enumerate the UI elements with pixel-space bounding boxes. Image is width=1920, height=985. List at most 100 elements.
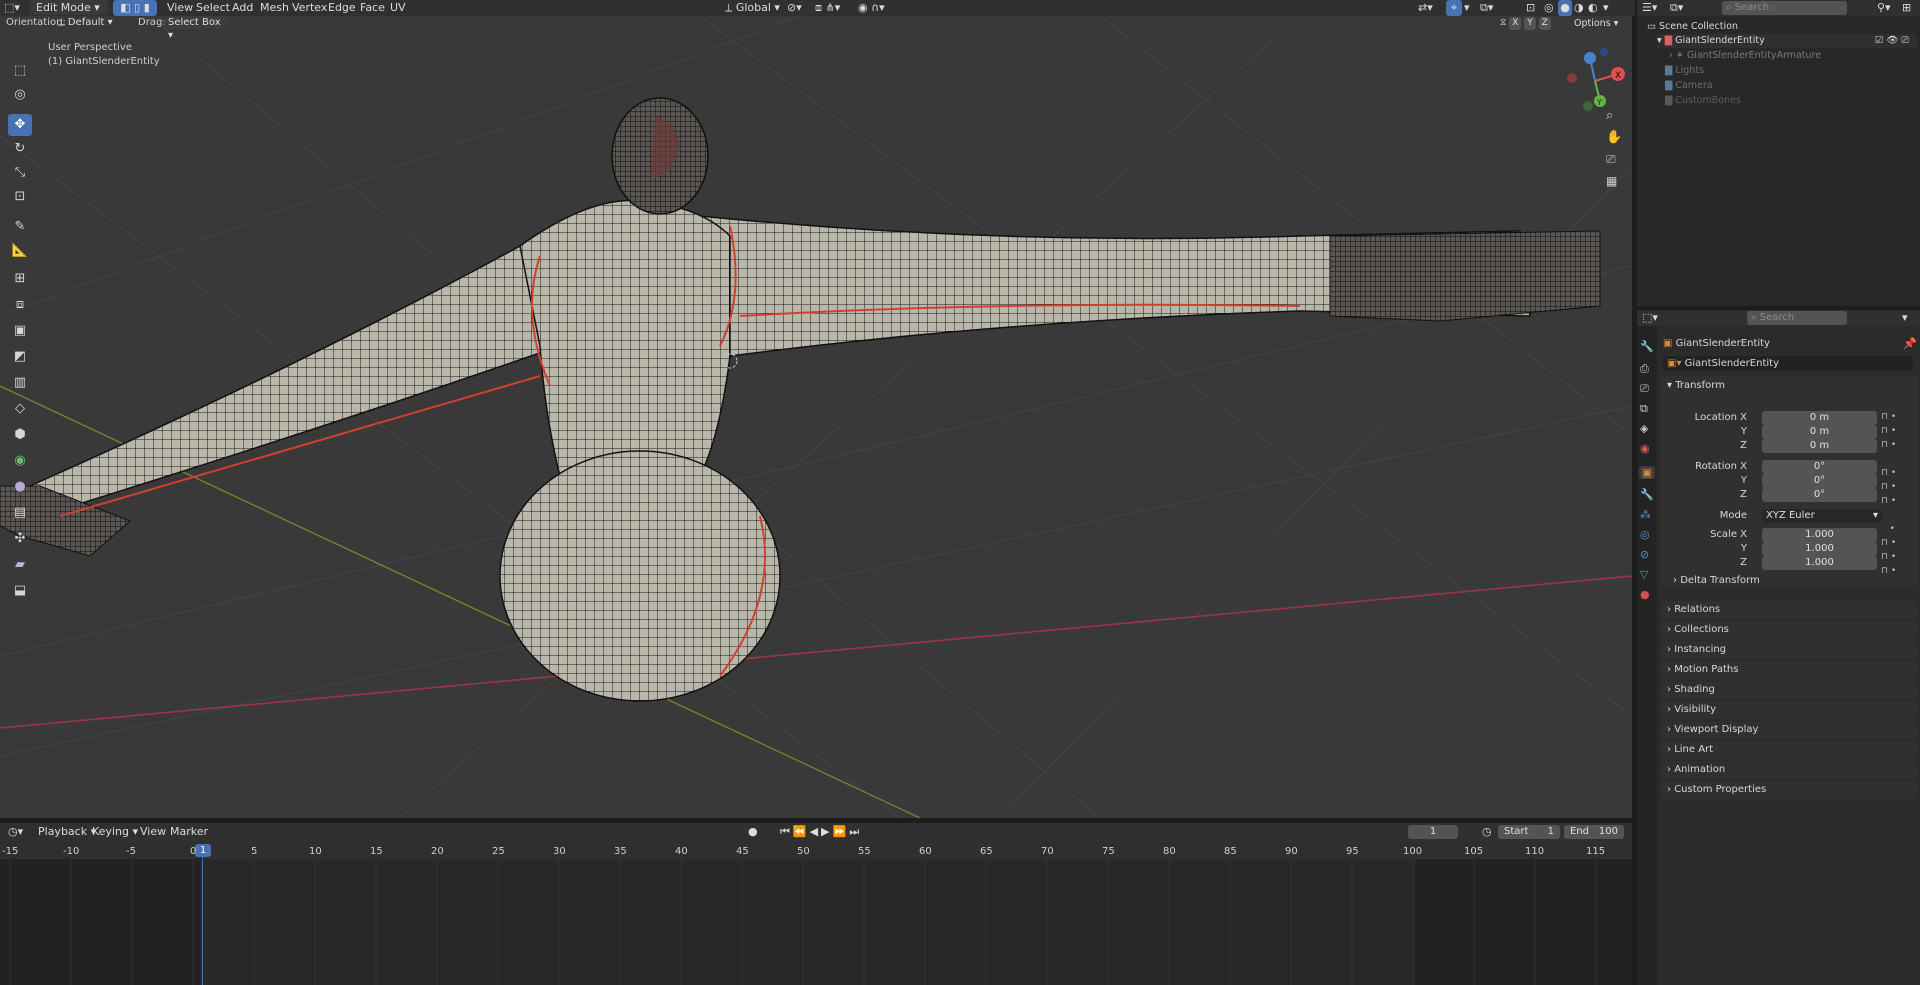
bevel-tool-icon[interactable]: ◩: [8, 346, 32, 368]
pin-icon[interactable]: 📌: [1903, 337, 1917, 350]
material-shading-icon[interactable]: ◑: [1574, 0, 1584, 16]
section-relations[interactable]: › Relations: [1661, 601, 1918, 619]
modifier-tab-icon[interactable]: 🔧: [1640, 488, 1654, 501]
proportional-edit-icon[interactable]: ◉ ∩▾: [858, 0, 885, 16]
section-visibility[interactable]: › Visibility: [1661, 701, 1918, 719]
outliner-item-camera[interactable]: ▇ Camera: [1665, 79, 1713, 93]
physics-tab-icon[interactable]: ◎: [1640, 528, 1650, 541]
menu-mesh[interactable]: Mesh: [260, 0, 289, 16]
scale-tool-icon[interactable]: ⤡: [8, 162, 32, 184]
inset-tool-icon[interactable]: ▣: [8, 320, 32, 342]
navigation-gizmo[interactable]: X Y: [1560, 46, 1630, 116]
3d-viewport[interactable]: User Perspective (1) GiantSlenderEntity …: [0, 16, 1632, 818]
scene-tab-icon[interactable]: ◈: [1640, 422, 1648, 435]
xray-icon[interactable]: ⧉▾: [1480, 0, 1493, 16]
object-tab-icon[interactable]: ▣: [1639, 466, 1655, 479]
end-frame-field[interactable]: End 100: [1564, 825, 1624, 839]
delta-transform-header[interactable]: › Delta Transform: [1673, 575, 1760, 586]
extrude-tool-icon[interactable]: ⧈: [8, 294, 32, 316]
mesh-body[interactable]: [0, 97, 1601, 702]
lock-icons[interactable]: ⊓ • ⊓ • ⊓ • ⊓ • ⊓ • ⊓ • • ⊓ • ⊓ • ⊓ •: [1881, 410, 1896, 578]
material-tab-icon[interactable]: ●: [1640, 588, 1650, 601]
scale-x-field[interactable]: 1.000: [1762, 528, 1877, 542]
playhead-frame-badge[interactable]: 1: [195, 844, 211, 857]
cursor-tool-icon[interactable]: ◎: [8, 84, 32, 106]
loop-cut-tool-icon[interactable]: ▥: [8, 372, 32, 394]
location-x-field[interactable]: 0 m: [1762, 411, 1877, 425]
spin-tool-icon[interactable]: ◉: [8, 450, 32, 472]
start-frame-field[interactable]: Start 1: [1498, 825, 1560, 839]
new-collection-icon[interactable]: ⊞: [1902, 0, 1911, 16]
overlay-toggle-icon[interactable]: ⌖: [1446, 0, 1462, 16]
outliner-item-custombones[interactable]: ▇ CustomBones: [1665, 94, 1741, 108]
gizmo-toggle-icon[interactable]: ⇄▾: [1418, 0, 1433, 16]
timeline-area[interactable]: 1: [0, 841, 1632, 985]
mirror-x-button[interactable]: X: [1509, 17, 1522, 30]
frame-ruler[interactable]: [0, 841, 1632, 859]
menu-keying[interactable]: Keying ▾: [92, 824, 138, 840]
menu-add[interactable]: Add: [232, 0, 253, 16]
ortho-grid-icon[interactable]: ▦: [1606, 174, 1617, 188]
section-animation[interactable]: › Animation: [1661, 761, 1918, 779]
playback-controls[interactable]: ⏮⏪◀▶⏩⏭: [780, 824, 862, 840]
constraints-tab-icon[interactable]: ⊘: [1640, 548, 1649, 561]
properties-search-field[interactable]: ⌕ Search: [1747, 311, 1847, 325]
scene-collection-row[interactable]: ▭ Scene Collection: [1647, 20, 1738, 34]
pan-hand-icon[interactable]: ✋: [1606, 130, 1622, 145]
knife-tool-icon[interactable]: ◇: [8, 398, 32, 420]
rotate-tool-icon[interactable]: ↻: [8, 138, 32, 160]
orientation-select[interactable]: ⟂ Default ▾: [58, 16, 128, 29]
outliner-search-field[interactable]: ⌕ Search: [1722, 1, 1847, 15]
poly-build-tool-icon[interactable]: ⬢: [8, 424, 32, 446]
editor-type-button[interactable]: ⬚▾: [4, 0, 20, 16]
options-dropdown[interactable]: Options ▾: [1574, 17, 1618, 30]
annotate-tool-icon[interactable]: ✎: [8, 216, 32, 238]
menu-vertex[interactable]: Vertex: [292, 0, 327, 16]
shrink-fatten-tool-icon[interactable]: ✣: [8, 528, 32, 550]
overlay-dropdown-icon[interactable]: ▾: [1464, 0, 1470, 16]
shear-tool-icon[interactable]: ▰: [8, 554, 32, 576]
menu-view[interactable]: View: [167, 0, 193, 16]
transform-tool-icon[interactable]: ⊡: [8, 186, 32, 208]
output-tab-icon[interactable]: ⎚: [1640, 382, 1649, 396]
section-collections[interactable]: › Collections: [1661, 621, 1918, 639]
rip-region-tool-icon[interactable]: ⬓: [8, 580, 32, 602]
playhead-line[interactable]: [202, 845, 203, 985]
xray-toggle-icon[interactable]: ⊡: [1526, 0, 1535, 16]
menu-edge[interactable]: Edge: [328, 0, 356, 16]
data-tab-icon[interactable]: ▽: [1640, 568, 1648, 581]
rotation-x-field[interactable]: 0°: [1762, 460, 1877, 474]
filter-icon[interactable]: ⚲▾: [1877, 0, 1891, 16]
rotation-z-field[interactable]: 0°: [1762, 488, 1877, 502]
solid-shading-icon[interactable]: ●: [1558, 0, 1572, 16]
pivot-icon[interactable]: ⊘▾: [787, 0, 802, 16]
section-viewport-display[interactable]: › Viewport Display: [1661, 721, 1918, 739]
render-tab-icon[interactable]: ⎙: [1640, 362, 1649, 376]
add-cube-tool-icon[interactable]: ⊞: [8, 268, 32, 290]
tool-tab-icon[interactable]: 🔧: [1640, 340, 1654, 353]
section-shading[interactable]: › Shading: [1661, 681, 1918, 699]
select-box-tool-icon[interactable]: ⬚: [8, 60, 32, 82]
measure-tool-icon[interactable]: 📐: [8, 240, 32, 262]
properties-options-icon[interactable]: ▾: [1902, 310, 1908, 326]
snap-icon[interactable]: ⧈ ⋔▾: [815, 0, 840, 16]
particles-tab-icon[interactable]: ⁂: [1640, 508, 1651, 521]
scale-z-field[interactable]: 1.000: [1762, 556, 1877, 570]
rendered-shading-icon[interactable]: ◐: [1588, 0, 1598, 16]
section-custom-properties[interactable]: › Custom Properties: [1661, 781, 1918, 799]
world-tab-icon[interactable]: ◉: [1640, 442, 1650, 455]
shading-options-icon[interactable]: ▾: [1603, 0, 1609, 16]
rotation-y-field[interactable]: 0°: [1762, 474, 1877, 488]
menu-timeline-view[interactable]: View: [140, 824, 166, 840]
scale-y-field[interactable]: 1.000: [1762, 542, 1877, 556]
menu-marker[interactable]: Marker: [170, 824, 208, 840]
timeline-editor-icon[interactable]: ◷▾: [8, 824, 23, 840]
auto-keying-icon[interactable]: ●: [748, 824, 758, 840]
mirror-y-button[interactable]: Y: [1524, 17, 1536, 30]
object-name-field[interactable]: ▣▾ GiantSlenderEntity: [1663, 356, 1913, 371]
outliner-item-armature[interactable]: › ✶ GiantSlenderEntityArmature: [1669, 49, 1821, 63]
location-y-field[interactable]: 0 m: [1762, 425, 1877, 439]
view-layer-tab-icon[interactable]: ⧉: [1640, 402, 1648, 416]
zoom-icon[interactable]: ⌕: [1606, 108, 1613, 123]
mode-select[interactable]: Edit Mode ▾: [30, 0, 108, 15]
